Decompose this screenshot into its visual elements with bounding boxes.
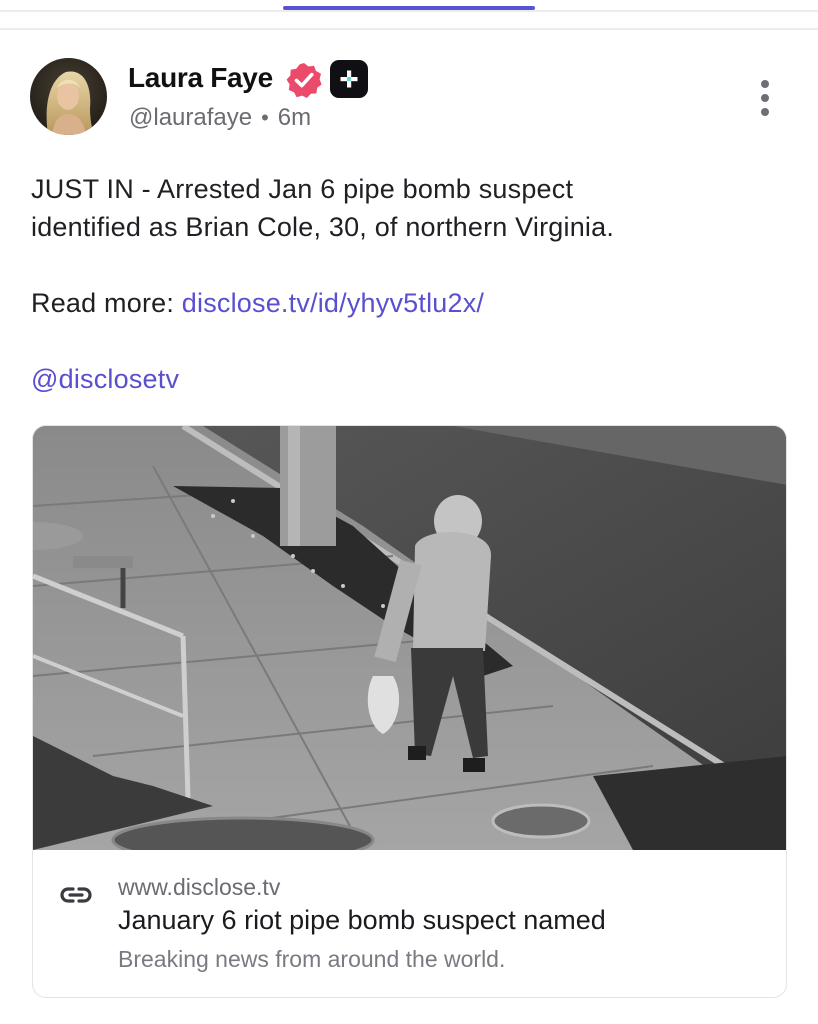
plus-badge-icon	[330, 60, 368, 98]
link-preview-card[interactable]: www.disclose.tv January 6 riot pipe bomb…	[32, 425, 787, 998]
more-options-button[interactable]	[752, 80, 778, 116]
post: Laura Faye @laurafaye • 6m JUST IN - Arr…	[0, 30, 818, 1024]
more-vertical-icon-dot	[761, 108, 769, 116]
avatar-photo	[30, 58, 107, 135]
plus-icon	[340, 70, 358, 88]
link-preview-image[interactable]	[33, 426, 787, 850]
top-tab-bar	[0, 0, 818, 30]
read-more-label: Read more:	[31, 288, 182, 318]
read-more-line: Read more: disclose.tv/id/yhyv5tlu2x/	[31, 284, 791, 322]
active-tab-indicator[interactable]	[283, 6, 535, 10]
post-timestamp: 6m	[277, 104, 312, 131]
more-vertical-icon-dot	[761, 80, 769, 88]
more-vertical-icon-dot	[761, 94, 769, 102]
link-preview-domain: www.disclose.tv	[118, 874, 281, 900]
post-body: JUST IN - Arrested Jan 6 pipe bomb suspe…	[31, 170, 791, 398]
verified-badge-icon	[286, 63, 322, 98]
post-text-line: identified as Brian Cole, 30, of norther…	[31, 212, 615, 242]
link-preview-footer: www.disclose.tv January 6 riot pipe bomb…	[33, 850, 786, 997]
author-handle[interactable]: @laurafaye	[129, 104, 252, 132]
link-icon	[60, 887, 92, 903]
tab-track	[0, 10, 818, 12]
author-name[interactable]: Laura Faye	[128, 62, 273, 94]
mention-link[interactable]: @disclosetv	[31, 360, 791, 398]
separator-dot: •	[261, 105, 269, 130]
author-meta: @laurafaye • 6m	[129, 104, 311, 132]
avatar[interactable]	[30, 58, 107, 135]
post-text-line: JUST IN - Arrested Jan 6 pipe bomb suspe…	[31, 174, 574, 204]
link-preview-description: Breaking news from around the world.	[118, 946, 506, 972]
read-more-link[interactable]: disclose.tv/id/yhyv5tlu2x/	[182, 288, 484, 318]
link-preview-title[interactable]: January 6 riot pipe bomb suspect named	[118, 905, 606, 936]
